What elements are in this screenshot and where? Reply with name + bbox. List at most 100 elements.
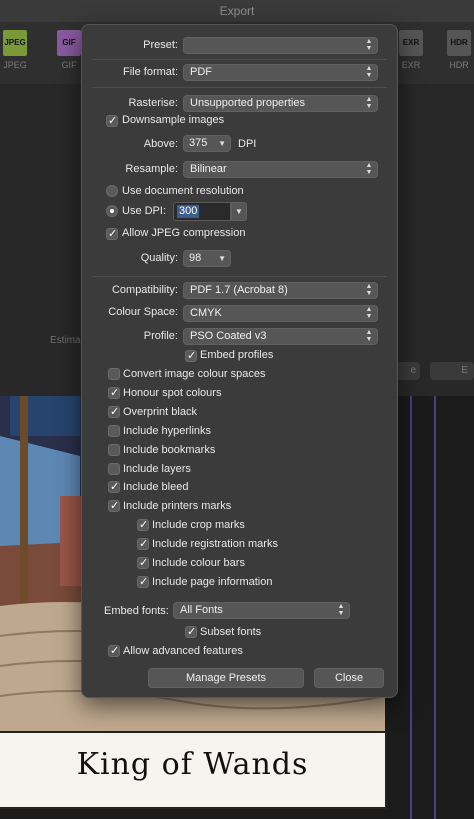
background-export-button[interactable]: E — [430, 362, 474, 380]
manage-presets-button[interactable]: Manage Presets — [148, 668, 304, 688]
rasterise-popup[interactable]: Unsupported properties ▲ ▼ — [183, 95, 378, 112]
updown-arrow-icon: ▲ ▼ — [365, 306, 373, 320]
format-exr[interactable]: EXR EXR — [396, 30, 426, 70]
format-label: EXR — [401, 60, 421, 70]
format-gif[interactable]: GIF GIF — [54, 30, 84, 70]
guide-line — [434, 396, 436, 819]
include-bleed-checkbox[interactable]: ✓ — [108, 481, 120, 493]
include-hyperlinks-checkbox[interactable] — [108, 425, 120, 437]
quality-dropdown[interactable]: 98 ▼ — [183, 250, 231, 267]
divider — [92, 87, 387, 88]
profile-label: Profile: — [143, 330, 178, 342]
dpi-dropdown-button[interactable]: ▼ — [231, 202, 247, 221]
embed-fonts-popup[interactable]: All Fonts ▲ ▼ — [173, 602, 350, 619]
checkmark-icon: ✓ — [108, 228, 118, 240]
guide-line — [410, 396, 412, 819]
option-label: Include printers marks — [123, 500, 232, 512]
downsample-label: Downsample images — [122, 114, 225, 126]
updown-arrow-icon: ▲ ▼ — [337, 603, 345, 617]
profile-popup[interactable]: PSO Coated v3 ▲ ▼ — [183, 328, 378, 345]
format-jpeg[interactable]: JPEG JPEG — [0, 30, 30, 70]
use-document-resolution-label: Use document resolution — [122, 185, 244, 197]
gif-file-icon: GIF — [57, 30, 81, 56]
embed-profiles-checkbox[interactable]: ✓ — [185, 350, 197, 362]
option-label: Include hyperlinks — [123, 425, 212, 437]
checkmark-icon: ✓ — [110, 406, 120, 418]
window-titlebar: Export — [0, 0, 474, 23]
preset-popup[interactable]: ▲ ▼ — [183, 37, 378, 54]
above-label: Above: — [143, 138, 178, 150]
checkmark-icon: ✓ — [108, 115, 118, 127]
format-label: GIF — [61, 60, 77, 70]
card-title: King of Wands — [76, 747, 309, 782]
checkmark-icon: ✓ — [139, 538, 149, 550]
exr-file-icon: EXR — [399, 30, 423, 56]
compatibility-label: Compatibility: — [111, 284, 178, 296]
chevron-down-icon: ▼ — [235, 207, 243, 216]
rasterise-label: Rasterise: — [128, 97, 178, 109]
printer-mark-label: Include colour bars — [152, 557, 245, 569]
printer-mark-label: Include crop marks — [152, 519, 245, 531]
card-caption: King of Wands — [0, 731, 387, 809]
subset-fonts-label: Subset fonts — [200, 626, 262, 638]
subset-fonts-checkbox[interactable]: ✓ — [185, 626, 197, 638]
include-registration-marks-checkbox[interactable]: ✓ — [137, 538, 149, 550]
overprint-black-checkbox[interactable]: ✓ — [108, 406, 120, 418]
use-dpi-radio[interactable] — [106, 205, 118, 217]
include-crop-marks-checkbox[interactable]: ✓ — [137, 519, 149, 531]
allow-advanced-label: Allow advanced features — [123, 645, 243, 657]
chevron-down-icon: ▼ — [218, 254, 226, 263]
preset-label: Preset: — [143, 39, 178, 51]
pdf-export-dialog: Preset: ▲ ▼ File format: PDF ▲ ▼ Rasterise… — [81, 24, 398, 698]
hdr-file-icon: HDR — [447, 30, 471, 56]
checkmark-icon: ✓ — [110, 645, 120, 657]
divider — [92, 276, 387, 277]
checkmark-icon: ✓ — [139, 519, 149, 531]
updown-arrow-icon: ▲ ▼ — [365, 65, 373, 79]
checkmark-icon: ✓ — [110, 387, 120, 399]
downsample-checkbox[interactable]: ✓ — [106, 115, 118, 127]
option-label: Include bleed — [123, 481, 189, 493]
allow-advanced-checkbox[interactable]: ✓ — [108, 645, 120, 657]
embed-fonts-label: Embed fonts: — [104, 605, 169, 617]
option-label: Overprint black — [123, 406, 197, 418]
colour-space-popup[interactable]: CMYK ▲ ▼ — [183, 305, 378, 322]
include-printers-marks-checkbox[interactable]: ✓ — [108, 500, 120, 512]
estimate-label: Estima — [50, 335, 81, 346]
format-label: JPEG — [3, 60, 27, 70]
compatibility-popup[interactable]: PDF 1.7 (Acrobat 8) ▲ ▼ — [183, 282, 378, 299]
updown-arrow-icon: ▲ ▼ — [365, 38, 373, 52]
include-layers-checkbox[interactable] — [108, 463, 120, 475]
chevron-down-icon: ▼ — [218, 139, 226, 148]
quality-label: Quality: — [140, 252, 178, 264]
format-hdr[interactable]: HDR HDR — [444, 30, 474, 70]
use-dpi-label: Use DPI: — [122, 205, 167, 217]
colour-space-label: Colour Space: — [108, 306, 178, 318]
close-button[interactable]: Close — [314, 668, 384, 688]
include-page-information-checkbox[interactable]: ✓ — [137, 576, 149, 588]
include-colour-bars-checkbox[interactable]: ✓ — [137, 557, 149, 569]
allow-jpeg-checkbox[interactable]: ✓ — [106, 228, 118, 240]
checkmark-icon: ✓ — [139, 576, 149, 588]
printer-mark-label: Include page information — [152, 576, 273, 588]
file-format-popup[interactable]: PDF ▲ ▼ — [183, 64, 378, 81]
dpi-input[interactable]: 300 — [173, 202, 231, 221]
format-label: HDR — [449, 60, 469, 70]
resample-label: Resample: — [125, 163, 178, 175]
jpeg-file-icon: JPEG — [3, 30, 27, 56]
above-dpi-dropdown[interactable]: 375 ▼ — [183, 135, 231, 152]
option-label: Include bookmarks — [123, 444, 216, 456]
use-document-resolution-radio[interactable] — [106, 185, 118, 197]
printer-mark-label: Include registration marks — [152, 538, 278, 550]
updown-arrow-icon: ▲ ▼ — [365, 162, 373, 176]
convert-colour-spaces-checkbox[interactable] — [108, 368, 120, 380]
embed-profiles-label: Embed profiles — [200, 349, 274, 361]
include-bookmarks-checkbox[interactable] — [108, 444, 120, 456]
honour-spot-colours-checkbox[interactable]: ✓ — [108, 387, 120, 399]
window-title: Export — [219, 4, 255, 18]
allow-jpeg-label: Allow JPEG compression — [122, 227, 246, 239]
checkmark-icon: ✓ — [110, 500, 120, 512]
resample-popup[interactable]: Bilinear ▲ ▼ — [183, 161, 378, 178]
option-label: Honour spot colours — [123, 387, 222, 399]
option-label: Convert image colour spaces — [123, 368, 266, 380]
